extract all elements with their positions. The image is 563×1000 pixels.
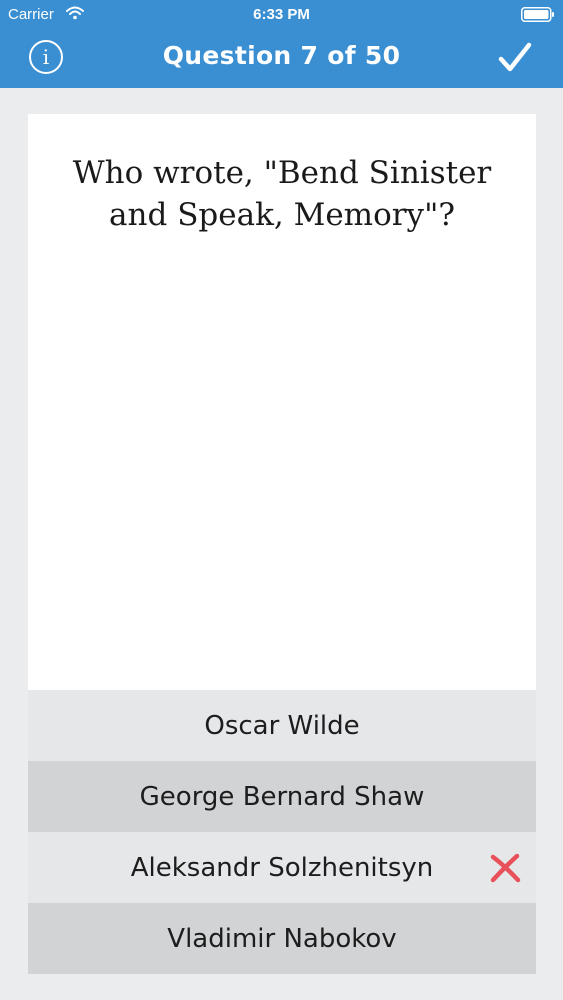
answer-label: Vladimir Nabokov (167, 923, 397, 954)
answer-label: George Bernard Shaw (139, 781, 425, 812)
answer-option-4[interactable]: Vladimir Nabokov (28, 903, 536, 974)
answer-list: Oscar Wilde George Bernard Shaw Aleksand… (28, 690, 536, 974)
app-header: Carrier 6:33 PM i Question 7 of 50 (0, 0, 563, 88)
navigation-bar: i Question 7 of 50 (0, 30, 563, 88)
question-card: Who wrote, "Bend Sinister and Speak, Mem… (28, 114, 536, 974)
battery-icon (521, 7, 554, 22)
wrong-answer-icon (490, 853, 521, 883)
status-time: 6:33 PM (253, 6, 310, 23)
answer-option-3[interactable]: Aleksandr Solzhenitsyn (28, 832, 536, 903)
page-title: Question 7 of 50 (162, 41, 401, 70)
answer-label: Aleksandr Solzhenitsyn (130, 852, 434, 883)
answer-option-1[interactable]: Oscar Wilde (28, 690, 536, 761)
answer-label: Oscar Wilde (204, 710, 360, 741)
question-text: Who wrote, "Bend Sinister and Speak, Mem… (72, 155, 492, 233)
answer-option-2[interactable]: George Bernard Shaw (28, 761, 536, 832)
status-bar: Carrier 6:33 PM (0, 0, 563, 30)
checkmark-icon[interactable] (497, 40, 533, 76)
